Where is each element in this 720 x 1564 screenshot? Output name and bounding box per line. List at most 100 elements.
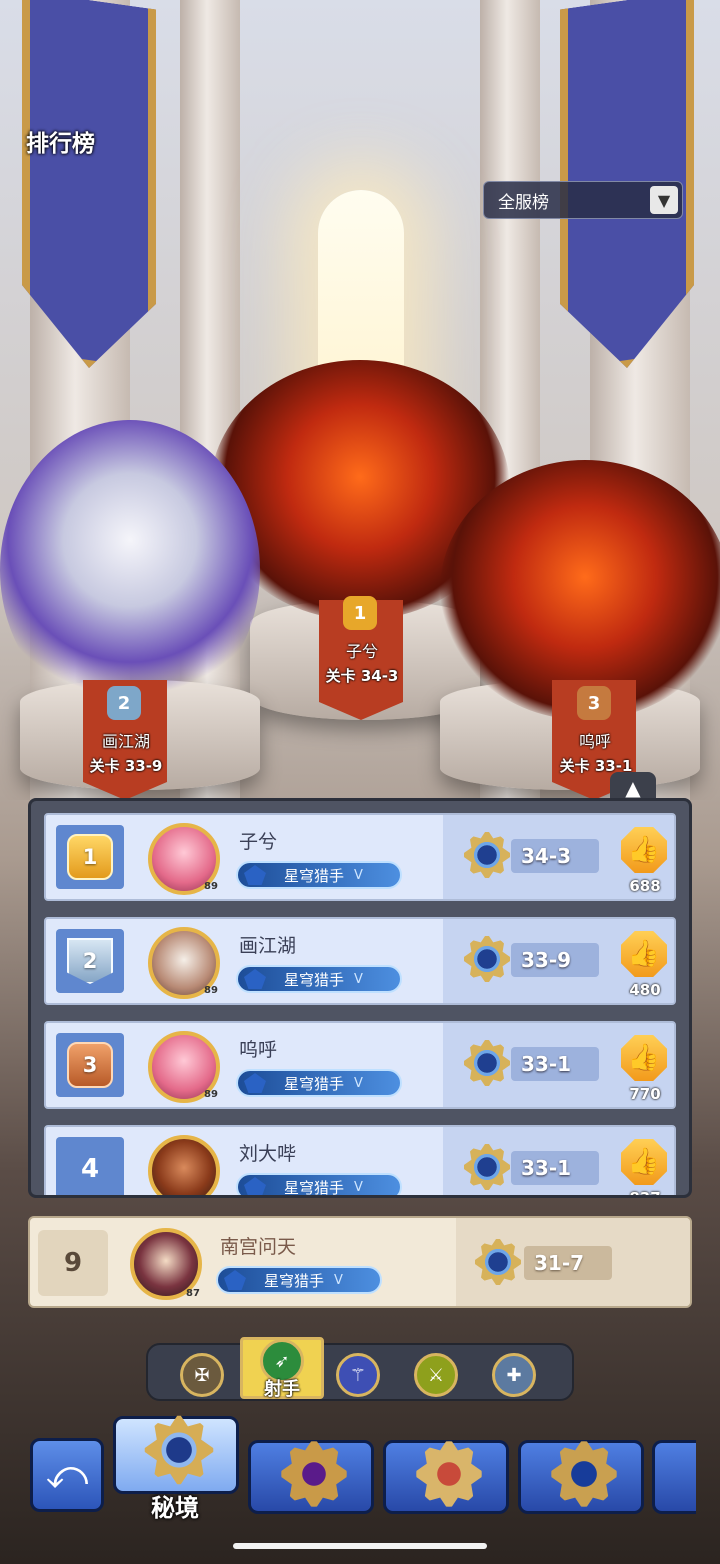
- like-count: 688: [629, 877, 661, 895]
- mode-tab-star[interactable]: [518, 1437, 644, 1514]
- realm-emblem-icon: [142, 1413, 216, 1487]
- podium-stage-second: 关卡 33-9: [89, 757, 163, 775]
- title-badge: 星穹猎手 V: [236, 861, 402, 889]
- like-count: 480: [629, 981, 661, 999]
- title-label: 星穹猎手: [284, 1074, 345, 1093]
- avatar[interactable]: [148, 1135, 220, 1195]
- rank-cell: 4: [56, 1137, 124, 1195]
- mode-tab-secret-realm[interactable]: [113, 1413, 239, 1494]
- podium-stage-first: 关卡 34-3: [325, 667, 399, 685]
- chevron-up-icon: ▲: [625, 776, 641, 800]
- stage-emblem-icon: [461, 1141, 513, 1193]
- rank-cell: 1: [56, 825, 124, 889]
- table-row[interactable]: 4 刘大哔 星穹猎手 V 33-1 👍 837: [44, 1125, 676, 1198]
- crown-emblem-icon: [412, 1437, 486, 1511]
- title-tier: V: [354, 1179, 363, 1195]
- axe-icon[interactable]: ✠: [180, 1353, 224, 1397]
- my-rank-number: 9: [38, 1230, 108, 1296]
- gold-rank-badge: 1: [67, 834, 113, 880]
- podium-rank-badge: 2: [107, 686, 141, 720]
- my-rank-row[interactable]: 9 87 南宫问天 星穹猎手 V 31-7: [28, 1216, 692, 1308]
- rank-number: 4: [80, 1154, 100, 1184]
- player-name: 南宫问天: [220, 1236, 297, 1258]
- title-badge: 星穹猎手 V: [216, 1266, 382, 1294]
- stage-value: 34-3: [511, 839, 599, 873]
- leaderboard-panel[interactable]: 1 89 子兮 星穹猎手 V 34-3 👍 688 2 89 画江湖 星穹猎手 V …: [28, 798, 692, 1198]
- gem-icon: [244, 865, 266, 885]
- chevron-down-icon: ▼: [650, 186, 678, 214]
- stage-emblem-icon: [461, 933, 513, 985]
- gem-icon: [244, 969, 266, 989]
- stage-area: 33-1 👍 837: [443, 1127, 674, 1198]
- player-level: 89: [204, 985, 218, 996]
- stage-value: 33-9: [511, 943, 599, 977]
- star-emblem-icon: [547, 1437, 621, 1511]
- player-name: 刘大哔: [239, 1143, 297, 1165]
- mode-tab-crown[interactable]: [383, 1437, 509, 1514]
- title-label: 星穹猎手: [264, 1271, 325, 1290]
- stage-area: 33-9 👍 480: [443, 919, 674, 1003]
- thumbs-up-icon[interactable]: 👍: [621, 1139, 667, 1185]
- return-arrow-icon: ⤺: [45, 1452, 89, 1498]
- stage-value: 33-1: [511, 1047, 599, 1081]
- table-row[interactable]: 1 89 子兮 星穹猎手 V 34-3 👍 688: [44, 813, 676, 901]
- title-label: 星穹猎手: [284, 1178, 345, 1197]
- mode-tab-abyss[interactable]: [248, 1437, 374, 1514]
- blade-icon[interactable]: ⚔: [414, 1353, 458, 1397]
- title-badge: 星穹猎手 V: [236, 965, 402, 993]
- title-tier: V: [354, 1075, 363, 1091]
- cross-icon[interactable]: ✚: [492, 1353, 536, 1397]
- podium-name-third: 呜呼: [578, 732, 611, 751]
- table-row[interactable]: 2 89 画江湖 星穹猎手 V 33-9 👍 480: [44, 917, 676, 1005]
- gem-icon: [224, 1270, 246, 1290]
- stage-emblem-icon: [461, 829, 513, 881]
- player-name: 画江湖: [239, 935, 297, 957]
- thumbs-up-icon[interactable]: 👍: [621, 827, 667, 873]
- player-name: 子兮: [239, 831, 278, 853]
- table-row[interactable]: 3 89 呜呼 星穹猎手 V 33-1 👍 770: [44, 1021, 676, 1109]
- rank-cell: 2: [56, 929, 124, 993]
- mode-tab-label: 秘境: [151, 1494, 199, 1522]
- gem-icon: [244, 1177, 266, 1195]
- title-tier: V: [334, 1272, 343, 1288]
- rank-cell: 3: [56, 1033, 124, 1097]
- thumbs-up-icon[interactable]: 👍: [621, 931, 667, 977]
- stage-area: 34-3 👍 688: [443, 815, 674, 899]
- title-badge: 星穹猎手 V: [236, 1069, 402, 1097]
- stage-area: 31-7: [456, 1218, 690, 1306]
- home-indicator[interactable]: [233, 1543, 487, 1549]
- stage-area: 33-1 👍 770: [443, 1023, 674, 1107]
- title-badge: 星穹猎手 V: [236, 1173, 402, 1197]
- title-tier: V: [354, 867, 363, 883]
- hero-character-second[interactable]: [0, 420, 260, 720]
- podium-rank-badge: 1: [343, 596, 377, 630]
- like-count: 837: [629, 1189, 661, 1198]
- gem-icon: [244, 1073, 266, 1093]
- purple-eye-emblem-icon: [277, 1437, 351, 1511]
- scope-dropdown-value: 全服榜: [498, 192, 549, 213]
- mode-tab-more[interactable]: [652, 1440, 696, 1514]
- page-title: 排行榜: [26, 131, 95, 157]
- thumbs-up-icon[interactable]: 👍: [621, 1035, 667, 1081]
- podium-name-first: 子兮: [345, 642, 378, 661]
- staff-icon[interactable]: ⚚: [336, 1353, 380, 1397]
- stage-emblem-icon: [461, 1037, 513, 1089]
- podium-name-second: 画江湖: [101, 732, 150, 751]
- stage-value: 31-7: [524, 1246, 612, 1280]
- player-level: 89: [204, 881, 218, 892]
- silver-rank-badge: 2: [67, 938, 113, 984]
- hero-scene: 1 2 3 子兮 关卡 34-3 画江湖 呜呼 关卡 33-9 关卡 33-1: [0, 0, 720, 800]
- podium-rank-badge: 3: [577, 686, 611, 720]
- stage-value: 33-1: [511, 1151, 599, 1185]
- player-level: 87: [186, 1288, 200, 1299]
- back-button[interactable]: ⤺: [30, 1438, 104, 1512]
- stage-emblem-icon: [472, 1236, 524, 1288]
- player-name: 呜呼: [239, 1039, 278, 1061]
- title-label: 星穹猎手: [284, 970, 345, 989]
- class-tab-label: 射手: [264, 1379, 300, 1400]
- like-count: 770: [629, 1085, 661, 1103]
- scope-dropdown[interactable]: 全服榜 ▼: [483, 181, 683, 219]
- bronze-rank-badge: 3: [67, 1042, 113, 1088]
- class-filter-bar: ✠ ➶ 射手 ⚚ ⚔ ✚: [146, 1337, 574, 1401]
- player-level: 89: [204, 1089, 218, 1100]
